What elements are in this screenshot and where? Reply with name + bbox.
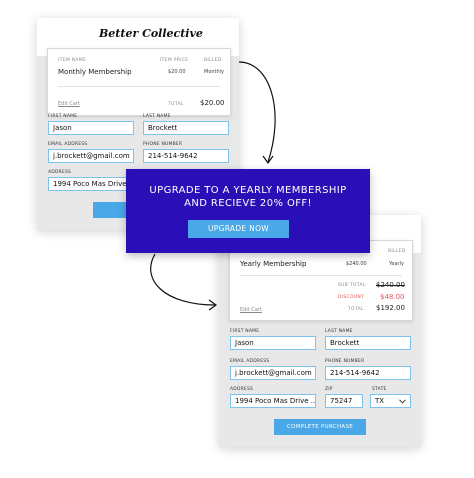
upgrade-now-button[interactable]: UPGRADE NOW [188, 220, 289, 238]
banner-line-2: AND RECIEVE 20% OFF! [184, 198, 312, 209]
banner-line-1: UPGRADE TO A YEARLY MEMBERSHIP [149, 185, 347, 196]
curved-arrow-icon [150, 253, 216, 306]
upgrade-banner: UPGRADE TO A YEARLY MEMBERSHIP AND RECIE… [126, 169, 370, 253]
curved-arrow-icon [238, 61, 276, 163]
